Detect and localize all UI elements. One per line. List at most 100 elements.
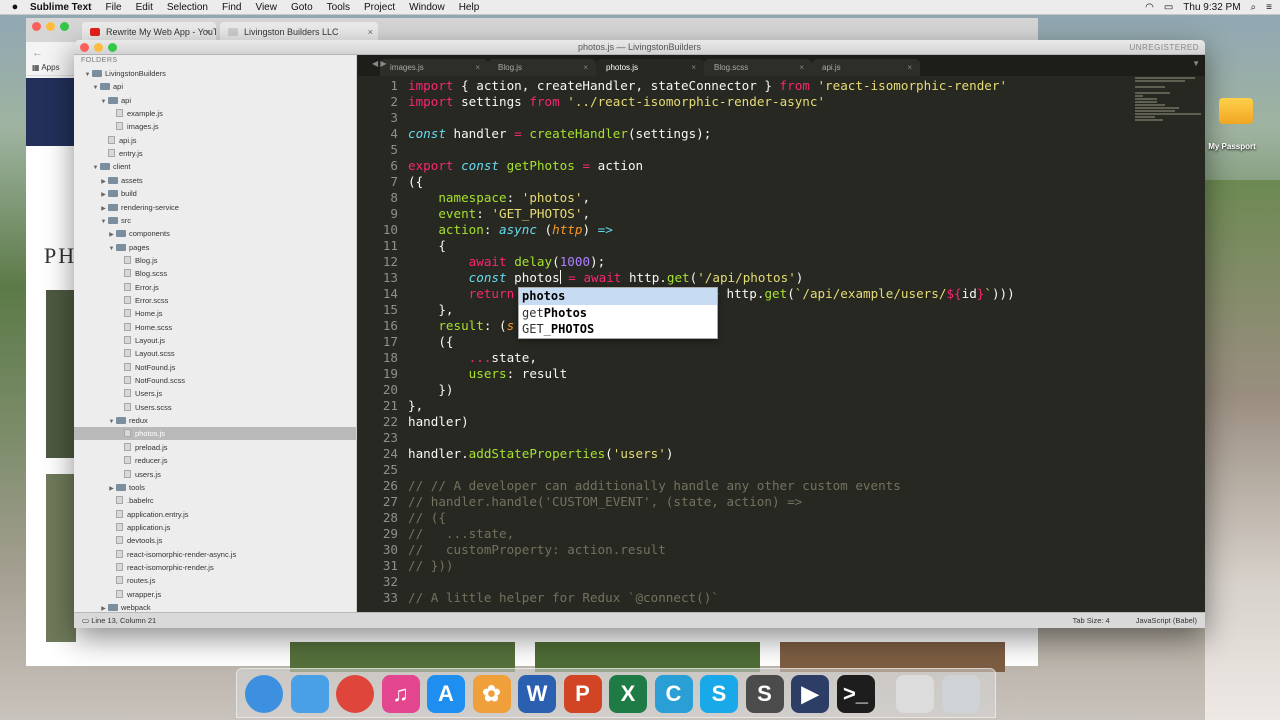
file-item[interactable]: Error.js	[74, 281, 356, 294]
editor-tab-images-js[interactable]: images.js ×	[380, 59, 488, 76]
autocomplete-item[interactable]: GET_PHOTOS	[519, 321, 717, 338]
bookmarks-apps[interactable]: ▦ Apps	[32, 63, 60, 72]
file-item[interactable]: Blog.js	[74, 254, 356, 267]
close-icon[interactable]: ×	[799, 59, 804, 76]
folder-item[interactable]: ▼ src	[74, 214, 356, 227]
tab-size[interactable]: Tab Size: 4	[1073, 613, 1110, 628]
editor-tab-photos-js[interactable]: photos.js ×	[596, 59, 704, 76]
browser-tab-youtube[interactable]: Rewrite My Web App - YouTub ×	[82, 22, 216, 42]
file-item[interactable]: NotFound.js	[74, 361, 356, 374]
file-item[interactable]: api.js	[74, 134, 356, 147]
folder-item[interactable]: ▼ api	[74, 80, 356, 93]
browser-tab-livingston[interactable]: Livingston Builders LLC ×	[220, 22, 378, 42]
editor-tab-blog-scss[interactable]: Blog.scss ×	[704, 59, 812, 76]
photos-icon[interactable]: ✿	[472, 675, 511, 713]
file-item[interactable]: application.entry.js	[74, 508, 356, 521]
file-item[interactable]: images.js	[74, 120, 356, 133]
file-item[interactable]: devtools.js	[74, 534, 356, 547]
file-item[interactable]: routes.js	[74, 574, 356, 587]
powerpoint-icon[interactable]: P	[563, 675, 602, 713]
back-icon[interactable]: ←	[32, 47, 43, 59]
file-item[interactable]: application.js	[74, 521, 356, 534]
search-icon[interactable]: ⌕	[1251, 2, 1257, 13]
autocomplete-popup[interactable]: photos getPhotos GET_PHOTOS	[518, 287, 718, 339]
window-titlebar[interactable]: photos.js — LivingstonBuilders UNREGISTE…	[74, 40, 1205, 55]
battery-icon[interactable]: ▭	[1164, 2, 1173, 13]
folder-item[interactable]: ▶ tools	[74, 481, 356, 494]
word-icon[interactable]: W	[518, 675, 556, 713]
menu-item-view[interactable]: View	[255, 2, 277, 13]
sublime-text-icon[interactable]: S	[745, 675, 784, 713]
menu-item-goto[interactable]: Goto	[291, 2, 313, 13]
autocomplete-item[interactable]: photos	[519, 288, 717, 305]
minimize-icon[interactable]	[46, 22, 55, 31]
menu-item-find[interactable]: Find	[222, 2, 241, 13]
minimize-icon[interactable]	[94, 43, 103, 52]
terminal-icon[interactable]: >_	[836, 675, 875, 713]
folder-item[interactable]: ▶ assets	[74, 174, 356, 187]
folder-item[interactable]: ▼ client	[74, 160, 356, 173]
file-item[interactable]: example.js	[74, 107, 356, 120]
tab-nav-icon[interactable]: ◀ ▶	[372, 59, 387, 68]
tab-menu-icon[interactable]: ▼	[1192, 59, 1200, 68]
folder-item[interactable]: ▶ rendering-service	[74, 201, 356, 214]
itunes-icon[interactable]: ♫	[381, 675, 420, 713]
wifi-icon[interactable]: ◠	[1145, 2, 1154, 13]
close-icon[interactable]: ×	[691, 59, 696, 76]
screen-recorder-icon[interactable]: ▶	[791, 675, 829, 713]
status-position[interactable]: ▭ Line 13, Column 21	[82, 613, 156, 628]
close-icon[interactable]	[80, 43, 89, 52]
chevron-right-icon[interactable]: ▶	[99, 603, 108, 612]
apple-icon[interactable]: ●	[0, 1, 30, 13]
folder-item[interactable]: ▼ pages	[74, 241, 356, 254]
file-item[interactable]: Blog.scss	[74, 267, 356, 280]
file-item[interactable]: Home.scss	[74, 321, 356, 334]
folder-item[interactable]: ▼ redux	[74, 414, 356, 427]
panel-icon[interactable]: ▭	[82, 616, 89, 625]
editor-tab-api-js[interactable]: api.js ×	[812, 59, 920, 76]
file-item[interactable]: .babelrc	[74, 494, 356, 507]
zoom-icon[interactable]	[60, 22, 69, 31]
autocomplete-item[interactable]: getPhotos	[519, 305, 717, 322]
file-item[interactable]: preload.js	[74, 441, 356, 454]
editor-tab-blog-js[interactable]: Blog.js ×	[488, 59, 596, 76]
menu-item-window[interactable]: Window	[409, 2, 445, 13]
file-item[interactable]: react-isomorphic-render.js	[74, 561, 356, 574]
minimap[interactable]	[1135, 76, 1205, 156]
zoom-icon[interactable]	[108, 43, 117, 52]
file-item[interactable]: reducer.js	[74, 454, 356, 467]
file-item[interactable]: react-isomorphic-render-async.js	[74, 548, 356, 561]
desktop-drive-my-passport[interactable]: My Passport	[1208, 98, 1258, 151]
close-icon[interactable]: ×	[368, 27, 373, 37]
folder-item[interactable]: ▶ webpack	[74, 601, 356, 612]
menubar-app-name[interactable]: Sublime Text	[30, 2, 92, 13]
close-icon[interactable]: ×	[907, 59, 912, 76]
file-item[interactable]: entry.js	[74, 147, 356, 160]
menu-item-help[interactable]: Help	[459, 2, 480, 13]
file-item[interactable]: Layout.js	[74, 334, 356, 347]
menu-item-selection[interactable]: Selection	[167, 2, 208, 13]
skype-icon[interactable]: S	[700, 675, 738, 713]
file-item[interactable]: Layout.scss	[74, 347, 356, 360]
chrome-icon[interactable]	[336, 675, 374, 713]
folder-item[interactable]: ▼ LivingstonBuilders	[74, 67, 356, 80]
menu-item-tools[interactable]: Tools	[327, 2, 350, 13]
list-icon[interactable]: ≡	[1266, 2, 1272, 13]
file-item[interactable]: Users.scss	[74, 401, 356, 414]
finder-icon[interactable]	[290, 675, 329, 713]
file-item[interactable]: NotFound.scss	[74, 374, 356, 387]
c-app-icon[interactable]: C	[654, 675, 693, 713]
app-store-icon[interactable]: A	[427, 675, 465, 713]
safari-icon[interactable]	[245, 675, 283, 713]
excel-icon[interactable]: X	[609, 675, 647, 713]
file-item[interactable]: photos.js	[74, 427, 356, 441]
menubar-clock[interactable]: Thu 9:32 PM	[1183, 2, 1240, 13]
folder-item[interactable]: ▶ build	[74, 187, 356, 200]
syntax-mode[interactable]: JavaScript (Babel)	[1136, 613, 1197, 628]
close-icon[interactable]: ×	[206, 27, 211, 37]
code-editor[interactable]: 1 import { action, createHandler, stateCo…	[358, 76, 1205, 612]
menu-item-project[interactable]: Project	[364, 2, 395, 13]
file-item[interactable]: Home.js	[74, 307, 356, 320]
preview-icon[interactable]	[896, 675, 934, 713]
close-icon[interactable]: ×	[475, 59, 480, 76]
